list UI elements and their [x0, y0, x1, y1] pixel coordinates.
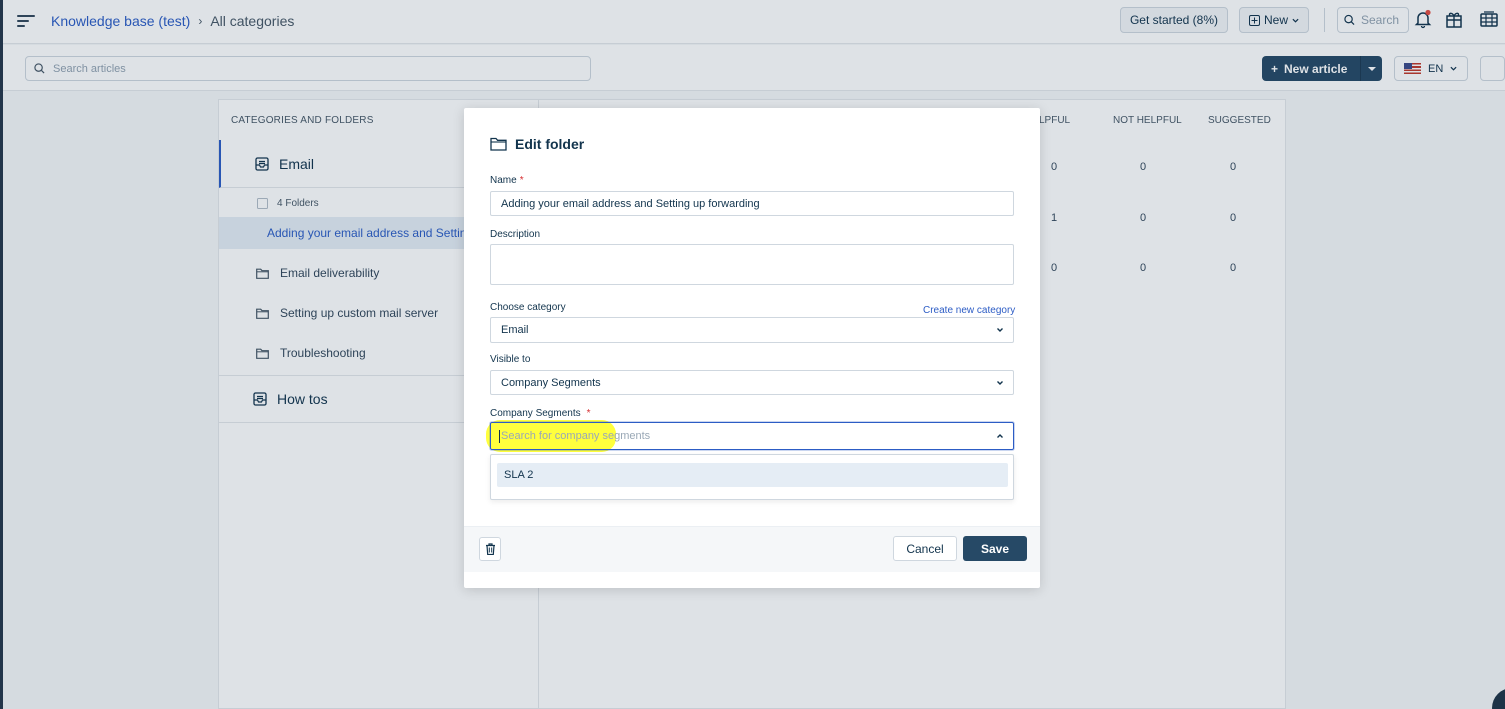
company-segments-label: Company Segments * [490, 408, 591, 419]
company-segments-dropdown: SLA 2 [490, 454, 1014, 500]
folder-icon [490, 137, 507, 151]
name-label-text: Name [490, 175, 517, 186]
visible-to-value: Company Segments [501, 376, 601, 389]
description-label: Description [490, 229, 541, 240]
category-select-value: Email [501, 324, 529, 336]
text-cursor [499, 429, 500, 443]
delete-folder-button[interactable] [479, 537, 501, 561]
modal-footer: Cancel Save [464, 526, 1040, 572]
folder-name-input[interactable]: Adding your email address and Setting up… [490, 191, 1014, 216]
choose-category-label: Choose category [490, 302, 566, 313]
company-segments-search-input[interactable]: Search for company segments [490, 422, 1014, 450]
chevron-down-icon [997, 328, 1003, 332]
create-new-category-link[interactable]: Create new category [923, 305, 1015, 316]
chevron-up-icon [997, 434, 1003, 438]
segment-option-sla-2[interactable]: SLA 2 [497, 463, 1008, 487]
trash-icon [485, 543, 495, 555]
visible-to-label: Visible to [490, 354, 531, 365]
category-select[interactable]: Email [490, 317, 1014, 343]
save-button[interactable]: Save [963, 536, 1027, 561]
chevron-down-icon [997, 380, 1003, 385]
edit-folder-modal: Edit folder Name * Adding your email addr… [464, 108, 1040, 588]
cancel-button[interactable]: Cancel [893, 536, 957, 561]
modal-title: Edit folder [490, 136, 584, 152]
company-segments-label-text: Company Segments [490, 408, 581, 419]
company-segments-placeholder: Search for company segments [501, 430, 651, 442]
required-asterisk: * [519, 175, 524, 186]
visible-to-select[interactable]: Company Segments [490, 370, 1014, 395]
description-textarea[interactable] [490, 244, 1014, 285]
name-label: Name * [490, 175, 524, 186]
required-asterisk: * [586, 408, 591, 419]
modal-title-text: Edit folder [515, 136, 585, 152]
